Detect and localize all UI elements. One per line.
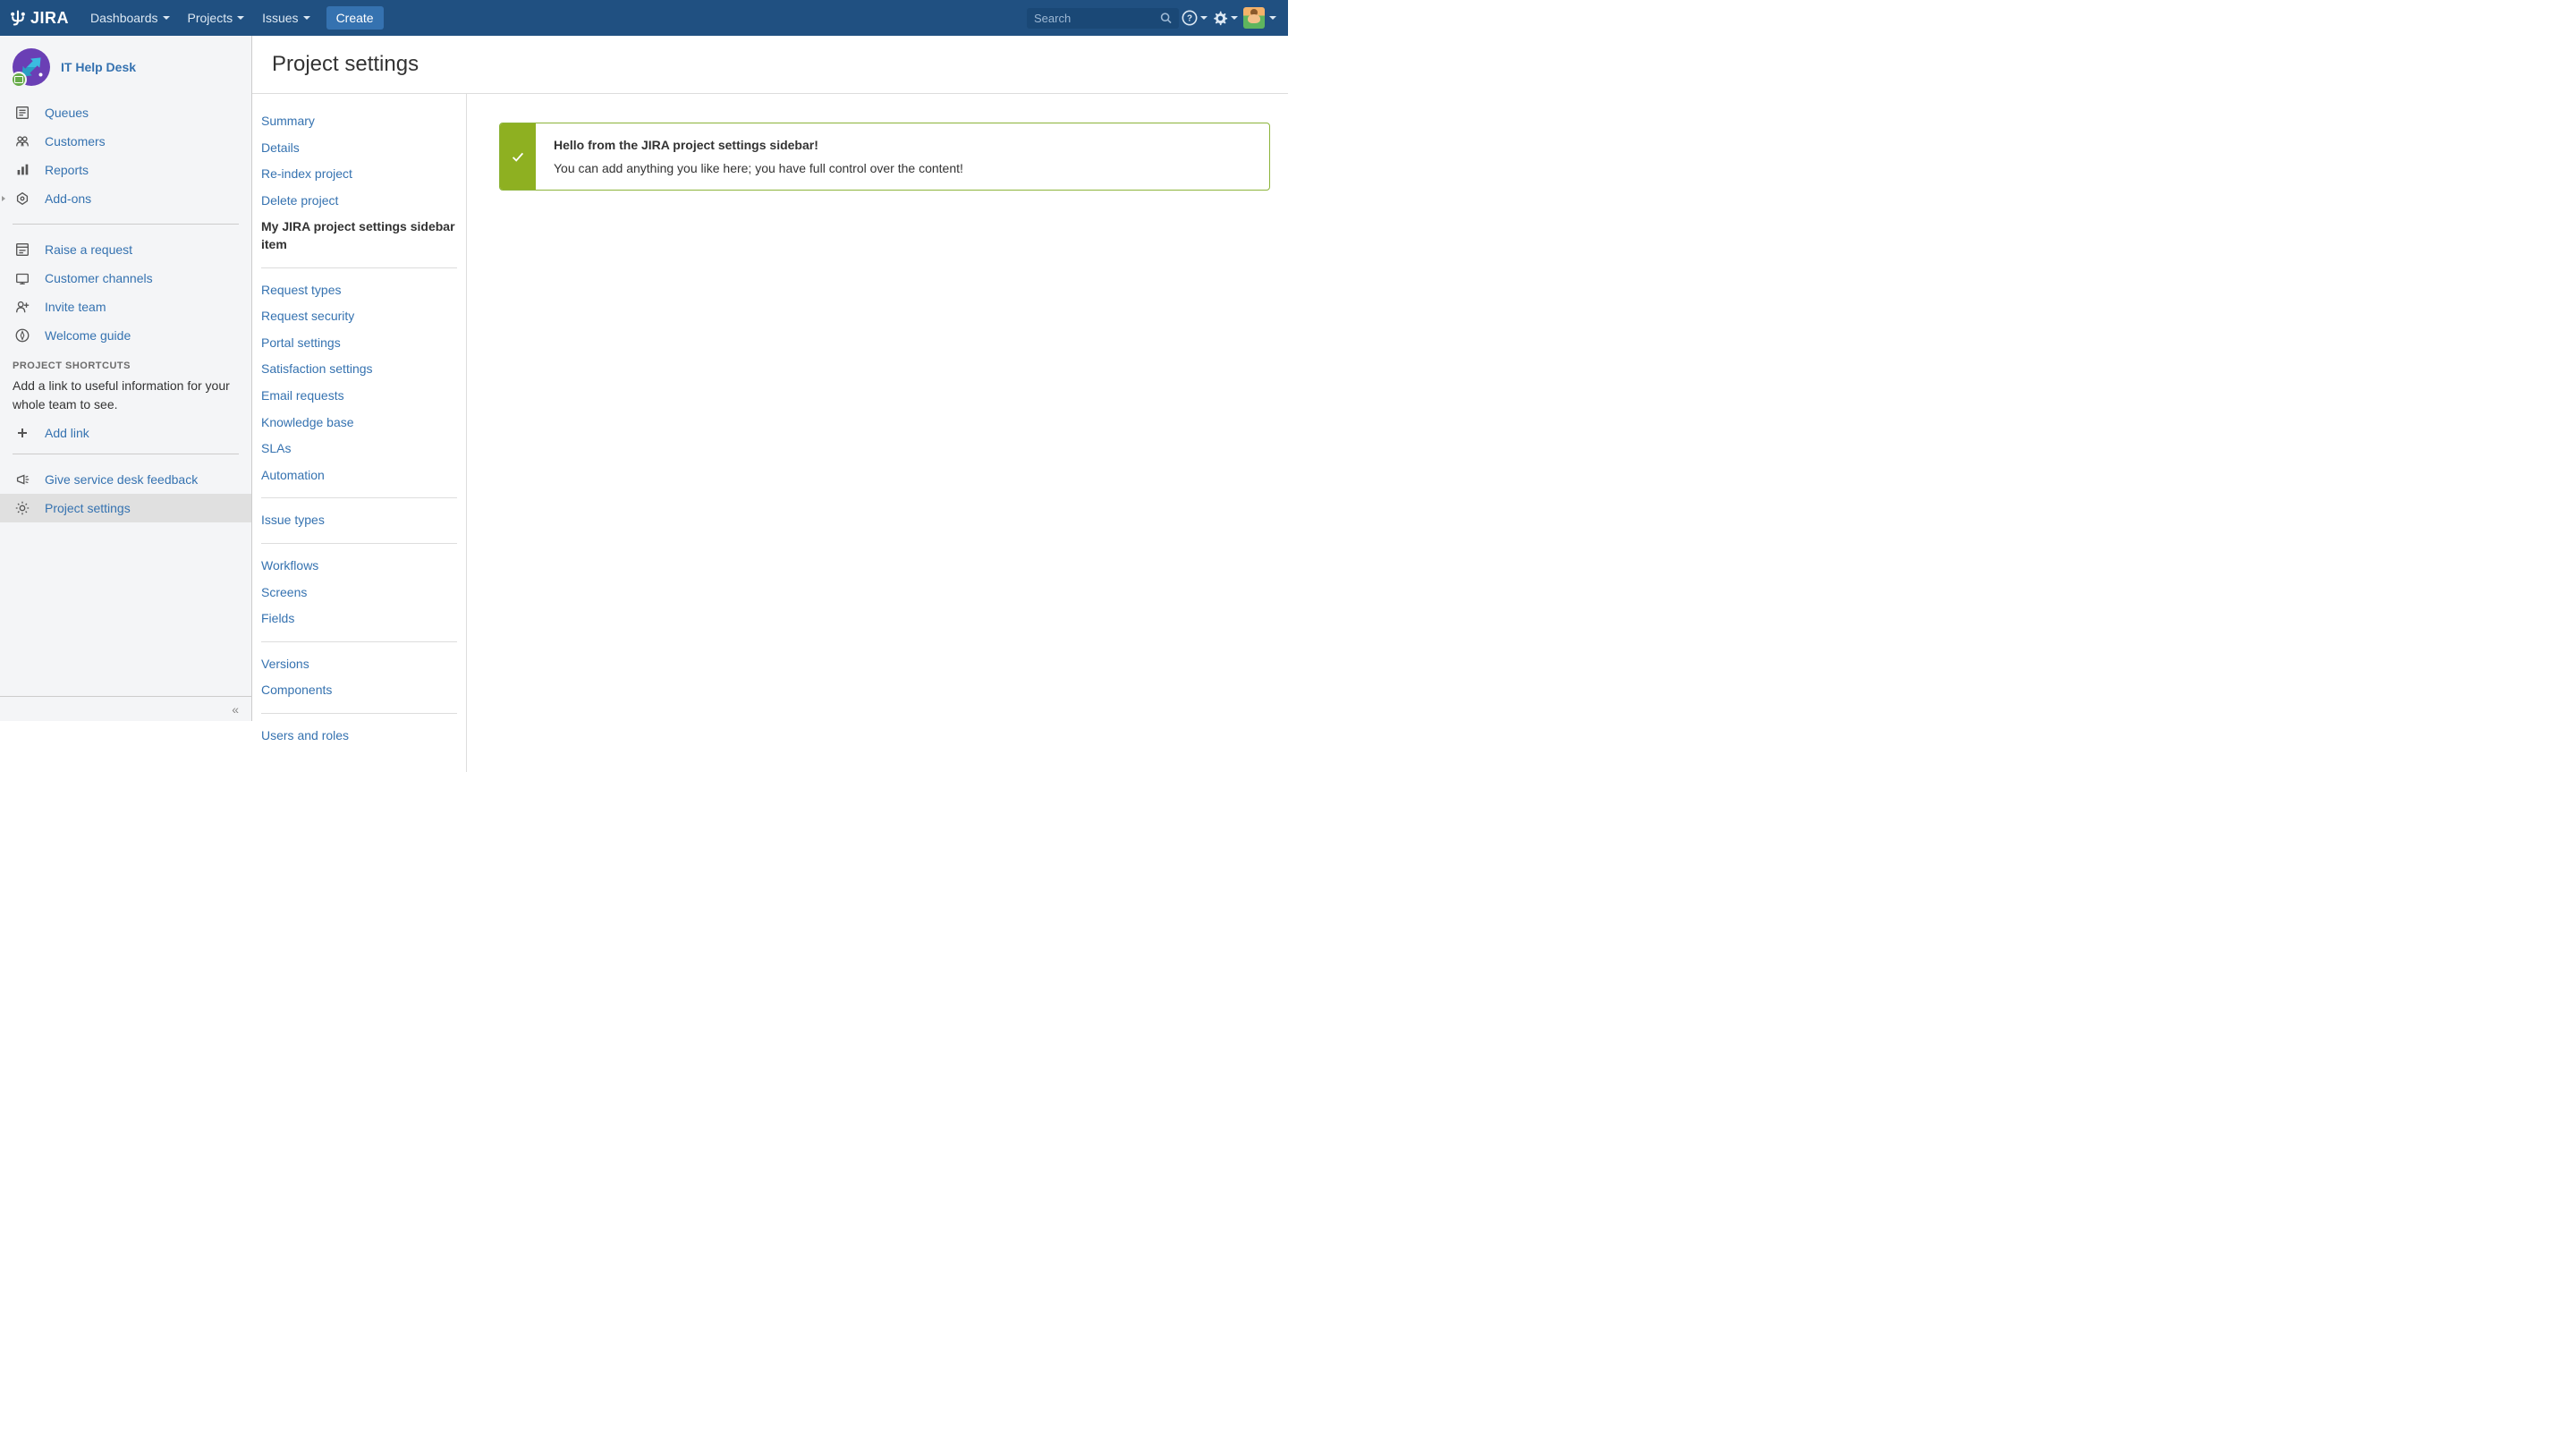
user-menu[interactable] — [1240, 0, 1279, 36]
check-icon — [500, 123, 536, 190]
sidebar-item-label: Customer channels — [45, 271, 153, 285]
plus-icon — [13, 427, 32, 439]
project-name: IT Help Desk — [61, 60, 136, 74]
collapse-icon: « — [232, 702, 239, 717]
queues-icon — [13, 105, 32, 121]
nav-projects[interactable]: Projects — [179, 0, 254, 36]
sidebar-item-feedback[interactable]: Give service desk feedback — [0, 465, 251, 494]
nav-issues[interactable]: Issues — [253, 0, 318, 36]
settings-link-reindex[interactable]: Re-index project — [261, 161, 457, 188]
settings-link-automation[interactable]: Automation — [261, 462, 457, 489]
settings-link-screens[interactable]: Screens — [261, 580, 457, 606]
create-button-label: Create — [336, 11, 374, 25]
collapse-sidebar-button[interactable]: « — [0, 696, 251, 721]
settings-link-delete[interactable]: Delete project — [261, 188, 457, 215]
sidebar-item-project-settings[interactable]: Project settings — [0, 494, 251, 522]
gear-icon — [13, 500, 32, 516]
settings-link-my-item[interactable]: My JIRA project settings sidebar item — [261, 214, 457, 258]
project-sidebar: IT Help Desk Queues Customers Reports — [0, 36, 252, 721]
sidebar-item-customer-channels[interactable]: Customer channels — [0, 264, 251, 293]
nav-dashboards-label: Dashboards — [90, 11, 158, 25]
sidebar-item-addons[interactable]: Add-ons — [0, 184, 251, 213]
settings-link-summary[interactable]: Summary — [261, 108, 457, 135]
success-message: Hello from the JIRA project settings sid… — [499, 123, 1270, 191]
jira-logo-icon — [9, 9, 27, 27]
sidebar-item-invite-team[interactable]: Invite team — [0, 293, 251, 321]
sidebar-item-label: Customers — [45, 134, 106, 148]
main-content: Project settings Summary Details Re-inde… — [252, 36, 1288, 721]
gear-icon — [1212, 10, 1228, 26]
settings-link-satisfaction[interactable]: Satisfaction settings — [261, 356, 457, 383]
help-menu[interactable]: ? — [1179, 0, 1209, 36]
settings-link-slas[interactable]: SLAs — [261, 436, 457, 462]
chevron-down-icon — [303, 16, 310, 20]
settings-link-versions[interactable]: Versions — [261, 651, 457, 678]
raise-request-icon — [13, 242, 32, 258]
shortcuts-description: Add a link to useful information for you… — [0, 375, 251, 420]
sidebar-item-label: Raise a request — [45, 242, 132, 257]
chevron-down-icon — [1200, 16, 1208, 20]
settings-link-issue-types[interactable]: Issue types — [261, 507, 457, 534]
settings-link-request-types[interactable]: Request types — [261, 277, 457, 304]
shortcuts-heading: PROJECT SHORTCUTS — [0, 353, 251, 375]
search-box[interactable] — [1027, 8, 1179, 29]
settings-link-knowledge[interactable]: Knowledge base — [261, 410, 457, 437]
settings-link-request-security[interactable]: Request security — [261, 303, 457, 330]
create-button[interactable]: Create — [326, 6, 384, 30]
settings-link-components[interactable]: Components — [261, 677, 457, 704]
sidebar-item-label: Welcome guide — [45, 328, 131, 343]
reports-icon — [13, 162, 32, 178]
chevron-down-icon — [1231, 16, 1238, 20]
nav-projects-label: Projects — [188, 11, 233, 25]
top-navigation: JIRA Dashboards Projects Issues Create ? — [0, 0, 1288, 36]
nav-dashboards[interactable]: Dashboards — [81, 0, 179, 36]
sidebar-item-customers[interactable]: Customers — [0, 127, 251, 156]
sidebar-item-add-link[interactable]: Add link — [0, 420, 251, 446]
content-panel: Hello from the JIRA project settings sid… — [467, 94, 1288, 772]
chevron-down-icon — [163, 16, 170, 20]
nav-issues-label: Issues — [262, 11, 298, 25]
search-icon — [1160, 12, 1172, 24]
chevron-down-icon — [237, 16, 244, 20]
help-icon: ? — [1182, 10, 1198, 26]
message-title: Hello from the JIRA project settings sid… — [554, 138, 1251, 152]
divider — [13, 224, 239, 225]
settings-link-portal[interactable]: Portal settings — [261, 330, 457, 357]
settings-link-details[interactable]: Details — [261, 135, 457, 162]
sidebar-item-label: Project settings — [45, 501, 131, 515]
chevron-down-icon — [1269, 16, 1276, 20]
sidebar-item-raise-request[interactable]: Raise a request — [0, 235, 251, 264]
page-title: Project settings — [252, 36, 1288, 94]
sidebar-item-label: Add link — [45, 426, 89, 440]
project-settings-sidebar: Summary Details Re-index project Delete … — [252, 94, 467, 772]
customers-icon — [13, 133, 32, 149]
message-body: You can add anything you like here; you … — [554, 161, 1251, 175]
sidebar-item-welcome-guide[interactable]: Welcome guide — [0, 321, 251, 350]
sidebar-item-label: Add-ons — [45, 191, 91, 206]
project-avatar-icon — [13, 48, 50, 86]
jira-logo[interactable]: JIRA — [9, 9, 69, 28]
sidebar-item-reports[interactable]: Reports — [0, 156, 251, 184]
settings-menu[interactable] — [1209, 0, 1240, 36]
sidebar-item-label: Queues — [45, 106, 89, 120]
settings-link-email[interactable]: Email requests — [261, 383, 457, 410]
compass-icon — [13, 327, 32, 344]
invite-icon — [13, 299, 32, 315]
svg-text:?: ? — [1186, 14, 1191, 24]
settings-link-users-roles[interactable]: Users and roles — [261, 723, 457, 750]
user-avatar-icon — [1243, 7, 1265, 29]
sidebar-item-label: Invite team — [45, 300, 106, 314]
settings-link-fields[interactable]: Fields — [261, 606, 457, 632]
jira-logo-text: JIRA — [30, 9, 69, 28]
search-input[interactable] — [1034, 12, 1160, 25]
sidebar-item-label: Give service desk feedback — [45, 472, 198, 487]
project-header[interactable]: IT Help Desk — [0, 36, 251, 95]
channels-icon — [13, 270, 32, 286]
sidebar-item-queues[interactable]: Queues — [0, 98, 251, 127]
settings-link-workflows[interactable]: Workflows — [261, 553, 457, 580]
megaphone-icon — [13, 471, 32, 488]
addons-icon — [13, 191, 32, 207]
sidebar-item-label: Reports — [45, 163, 89, 177]
